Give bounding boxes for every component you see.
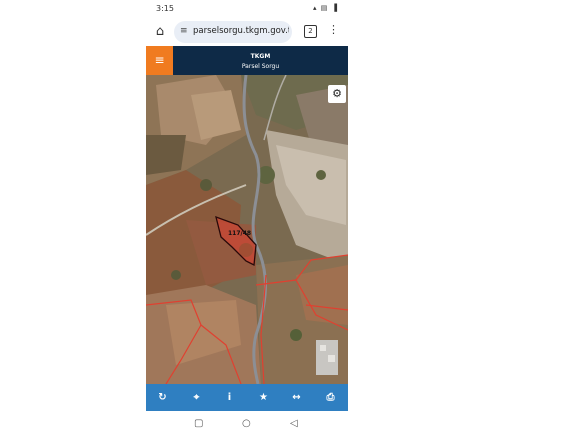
parcel-label: 117/48 — [228, 230, 252, 237]
hamburger-menu-button[interactable]: ≡ — [146, 46, 173, 75]
settings-gear-icon[interactable]: ⚙ — [328, 85, 346, 103]
home-icon[interactable]: ⌂ — [152, 24, 168, 40]
recents-icon[interactable]: ▢ — [194, 418, 203, 429]
info-icon[interactable]: i — [213, 384, 246, 411]
status-time: 3:15 — [156, 4, 174, 13]
locate-icon[interactable]: ⌖ — [180, 384, 213, 411]
android-nav-bar: ▢ ○ ◁ — [146, 411, 348, 439]
browser-address-bar: ⌂ ≡ parselsorgu.tkgm.gov.tr/ 2 ⋮ — [146, 18, 348, 46]
satellite-map[interactable]: 117/48 ⚙ — [146, 75, 348, 384]
back-icon[interactable]: ◁ — [290, 418, 298, 429]
url-text[interactable]: parselsorgu.tkgm.gov.tr/ — [193, 26, 289, 36]
tab-switcher-button[interactable]: 2 — [304, 25, 317, 38]
site-settings-icon[interactable]: ≡ — [180, 26, 188, 36]
more-menu-icon[interactable]: ⋮ — [328, 23, 339, 36]
home-nav-icon[interactable]: ○ — [242, 418, 251, 429]
app-subtitle: Parsel Sorgu — [241, 63, 280, 70]
status-bar: 3:15 ▴ ▤ ▐ — [146, 0, 348, 18]
url-field[interactable]: ≡ parselsorgu.tkgm.gov.tr/ — [174, 21, 292, 43]
refresh-icon[interactable]: ↻ — [146, 384, 179, 411]
favorite-icon[interactable]: ★ — [247, 384, 280, 411]
app-header: ≡ TKGM Parsel Sorgu — [146, 46, 348, 75]
measure-icon[interactable]: ↔ — [280, 384, 313, 411]
phone-screen: 3:15 ▴ ▤ ▐ ⌂ ≡ parselsorgu.tkgm.gov.tr/ … — [146, 0, 348, 439]
map-toolbar: ↻ ⌖ i ★ ↔ ⎙ — [146, 384, 348, 411]
print-icon[interactable]: ⎙ — [314, 384, 347, 411]
status-icons: ▴ ▤ ▐ — [313, 4, 338, 12]
app-title: TKGM — [250, 53, 271, 60]
